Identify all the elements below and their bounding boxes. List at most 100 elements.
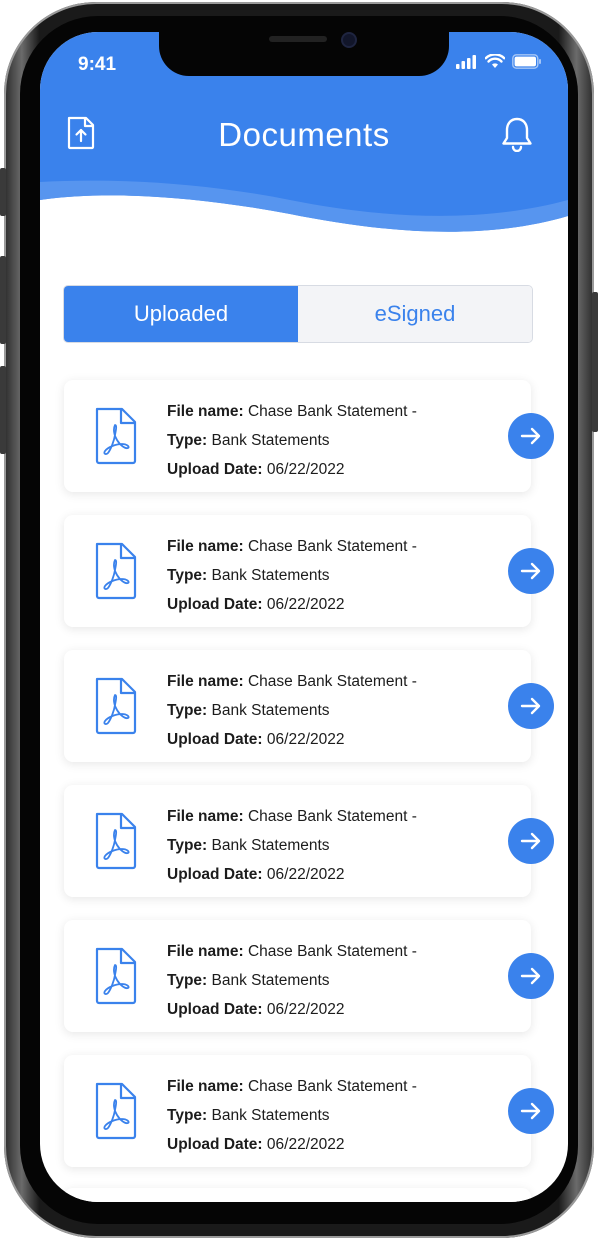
- type-value: Bank Statements: [211, 567, 330, 584]
- file-name-row: File name: Chase Bank Statement -: [167, 1072, 417, 1101]
- app-screen: 9:41 Documents Uploaded eSigned File nam…: [40, 32, 568, 1202]
- document-info: File name: Chase Bank Statement - Type: …: [167, 937, 417, 1024]
- upload-date-value: 06/22/2022: [266, 731, 345, 748]
- document-tabs: Uploaded eSigned: [63, 285, 533, 343]
- file-name-row: File name: Chase Bank Statement -: [167, 802, 417, 831]
- type-row: Type: Bank Statements: [167, 966, 417, 995]
- upload-date-value: 06/22/2022: [266, 461, 345, 478]
- document-card[interactable]: File name: Chase Bank Statement - Type: …: [64, 650, 554, 762]
- type-row: Type: Bank Statements: [167, 561, 417, 590]
- file-name-label: File name:: [167, 538, 244, 555]
- document-info: File name: Chase Bank Statement - Type: …: [167, 802, 417, 889]
- file-name-value: Chase Bank Statement -: [247, 403, 417, 420]
- type-row: Type: Bank Statements: [167, 1101, 417, 1130]
- upload-date-row: Upload Date: 06/22/2022: [167, 860, 417, 889]
- volume-up-button: [0, 256, 6, 344]
- pdf-file-icon: [95, 677, 137, 735]
- file-name-value: Chase Bank Statement -: [247, 808, 417, 825]
- arrow-right-icon: [520, 1102, 541, 1120]
- status-icons: [456, 54, 542, 69]
- type-label: Type:: [167, 972, 208, 989]
- pdf-file-icon: [95, 407, 137, 465]
- document-card[interactable]: File name: Chase Bank Statement - Type: …: [64, 920, 554, 1032]
- document-card[interactable]: File name: Chase Bank Statement - Type: …: [64, 785, 554, 897]
- type-label: Type:: [167, 702, 208, 719]
- upload-date-row: Upload Date: 06/22/2022: [167, 455, 417, 484]
- upload-date-label: Upload Date:: [167, 1136, 263, 1153]
- file-name-value: Chase Bank Statement -: [247, 538, 417, 555]
- app-header: 9:41 Documents: [40, 32, 568, 262]
- pdf-file-icon: [95, 947, 137, 1005]
- arrow-right-icon: [520, 562, 541, 580]
- page-title: Documents: [218, 116, 390, 153]
- open-document-button[interactable]: [508, 953, 554, 999]
- wifi-icon: [485, 54, 505, 68]
- pdf-file-icon: [95, 542, 137, 600]
- speaker: [269, 36, 327, 42]
- file-name-label: File name:: [167, 808, 244, 825]
- type-value: Bank Statements: [211, 972, 330, 989]
- upload-date-label: Upload Date:: [167, 1001, 263, 1018]
- type-label: Type:: [167, 1107, 208, 1124]
- upload-date-label: Upload Date:: [167, 461, 263, 478]
- open-document-button[interactable]: [508, 1088, 554, 1134]
- front-camera: [341, 32, 357, 48]
- document-info: File name: Chase Bank Statement - Type: …: [167, 667, 417, 754]
- type-label: Type:: [167, 567, 208, 584]
- type-row: Type: Bank Statements: [167, 696, 417, 725]
- type-row: Type: Bank Statements: [167, 831, 417, 860]
- document-info: File name: Chase Bank Statement - Type: …: [167, 1072, 417, 1159]
- phone-frame: 9:41 Documents Uploaded eSigned File nam…: [0, 2, 598, 1238]
- battery-icon: [512, 54, 541, 69]
- list-item-partial[interactable]: [64, 1188, 531, 1202]
- upload-date-row: Upload Date: 06/22/2022: [167, 725, 417, 754]
- open-document-button[interactable]: [508, 548, 554, 594]
- notch: [159, 32, 449, 76]
- tab-esigned[interactable]: eSigned: [298, 286, 532, 342]
- pdf-file-icon: [95, 1082, 137, 1140]
- type-value: Bank Statements: [211, 702, 330, 719]
- arrow-right-icon: [520, 697, 541, 715]
- type-value: Bank Statements: [211, 432, 330, 449]
- bell-icon: [502, 117, 532, 153]
- upload-date-label: Upload Date:: [167, 866, 263, 883]
- type-row: Type: Bank Statements: [167, 426, 417, 455]
- file-name-row: File name: Chase Bank Statement -: [167, 397, 417, 426]
- upload-date-row: Upload Date: 06/22/2022: [167, 995, 417, 1024]
- upload-date-value: 06/22/2022: [266, 596, 345, 613]
- open-document-button[interactable]: [508, 818, 554, 864]
- open-document-button[interactable]: [508, 413, 554, 459]
- file-name-label: File name:: [167, 1078, 244, 1095]
- pdf-file-icon: [95, 812, 137, 870]
- upload-date-row: Upload Date: 06/22/2022: [167, 590, 417, 619]
- type-label: Type:: [167, 432, 208, 449]
- type-value: Bank Statements: [211, 837, 330, 854]
- notifications-button[interactable]: [500, 116, 534, 153]
- tab-uploaded[interactable]: Uploaded: [64, 286, 298, 342]
- type-value: Bank Statements: [211, 1107, 330, 1124]
- signal-icon: [456, 54, 476, 69]
- file-name-value: Chase Bank Statement -: [247, 673, 417, 690]
- file-name-label: File name:: [167, 943, 244, 960]
- arrow-right-icon: [520, 967, 541, 985]
- document-card[interactable]: File name: Chase Bank Statement - Type: …: [64, 1055, 554, 1167]
- arrow-right-icon: [520, 832, 541, 850]
- open-document-button[interactable]: [508, 683, 554, 729]
- document-info: File name: Chase Bank Statement - Type: …: [167, 397, 417, 484]
- mute-switch: [0, 168, 6, 216]
- upload-date-value: 06/22/2022: [266, 1001, 345, 1018]
- file-name-label: File name:: [167, 403, 244, 420]
- upload-date-label: Upload Date:: [167, 731, 263, 748]
- arrow-right-icon: [520, 427, 541, 445]
- document-info: File name: Chase Bank Statement - Type: …: [167, 532, 417, 619]
- file-name-row: File name: Chase Bank Statement -: [167, 937, 417, 966]
- file-name-row: File name: Chase Bank Statement -: [167, 667, 417, 696]
- file-name-row: File name: Chase Bank Statement -: [167, 532, 417, 561]
- document-card[interactable]: File name: Chase Bank Statement - Type: …: [64, 515, 554, 627]
- document-card[interactable]: File name: Chase Bank Statement - Type: …: [64, 380, 554, 492]
- volume-down-button: [0, 366, 6, 454]
- upload-date-value: 06/22/2022: [266, 866, 345, 883]
- status-time: 9:41: [78, 54, 117, 75]
- upload-date-row: Upload Date: 06/22/2022: [167, 1130, 417, 1159]
- file-name-value: Chase Bank Statement -: [247, 1078, 417, 1095]
